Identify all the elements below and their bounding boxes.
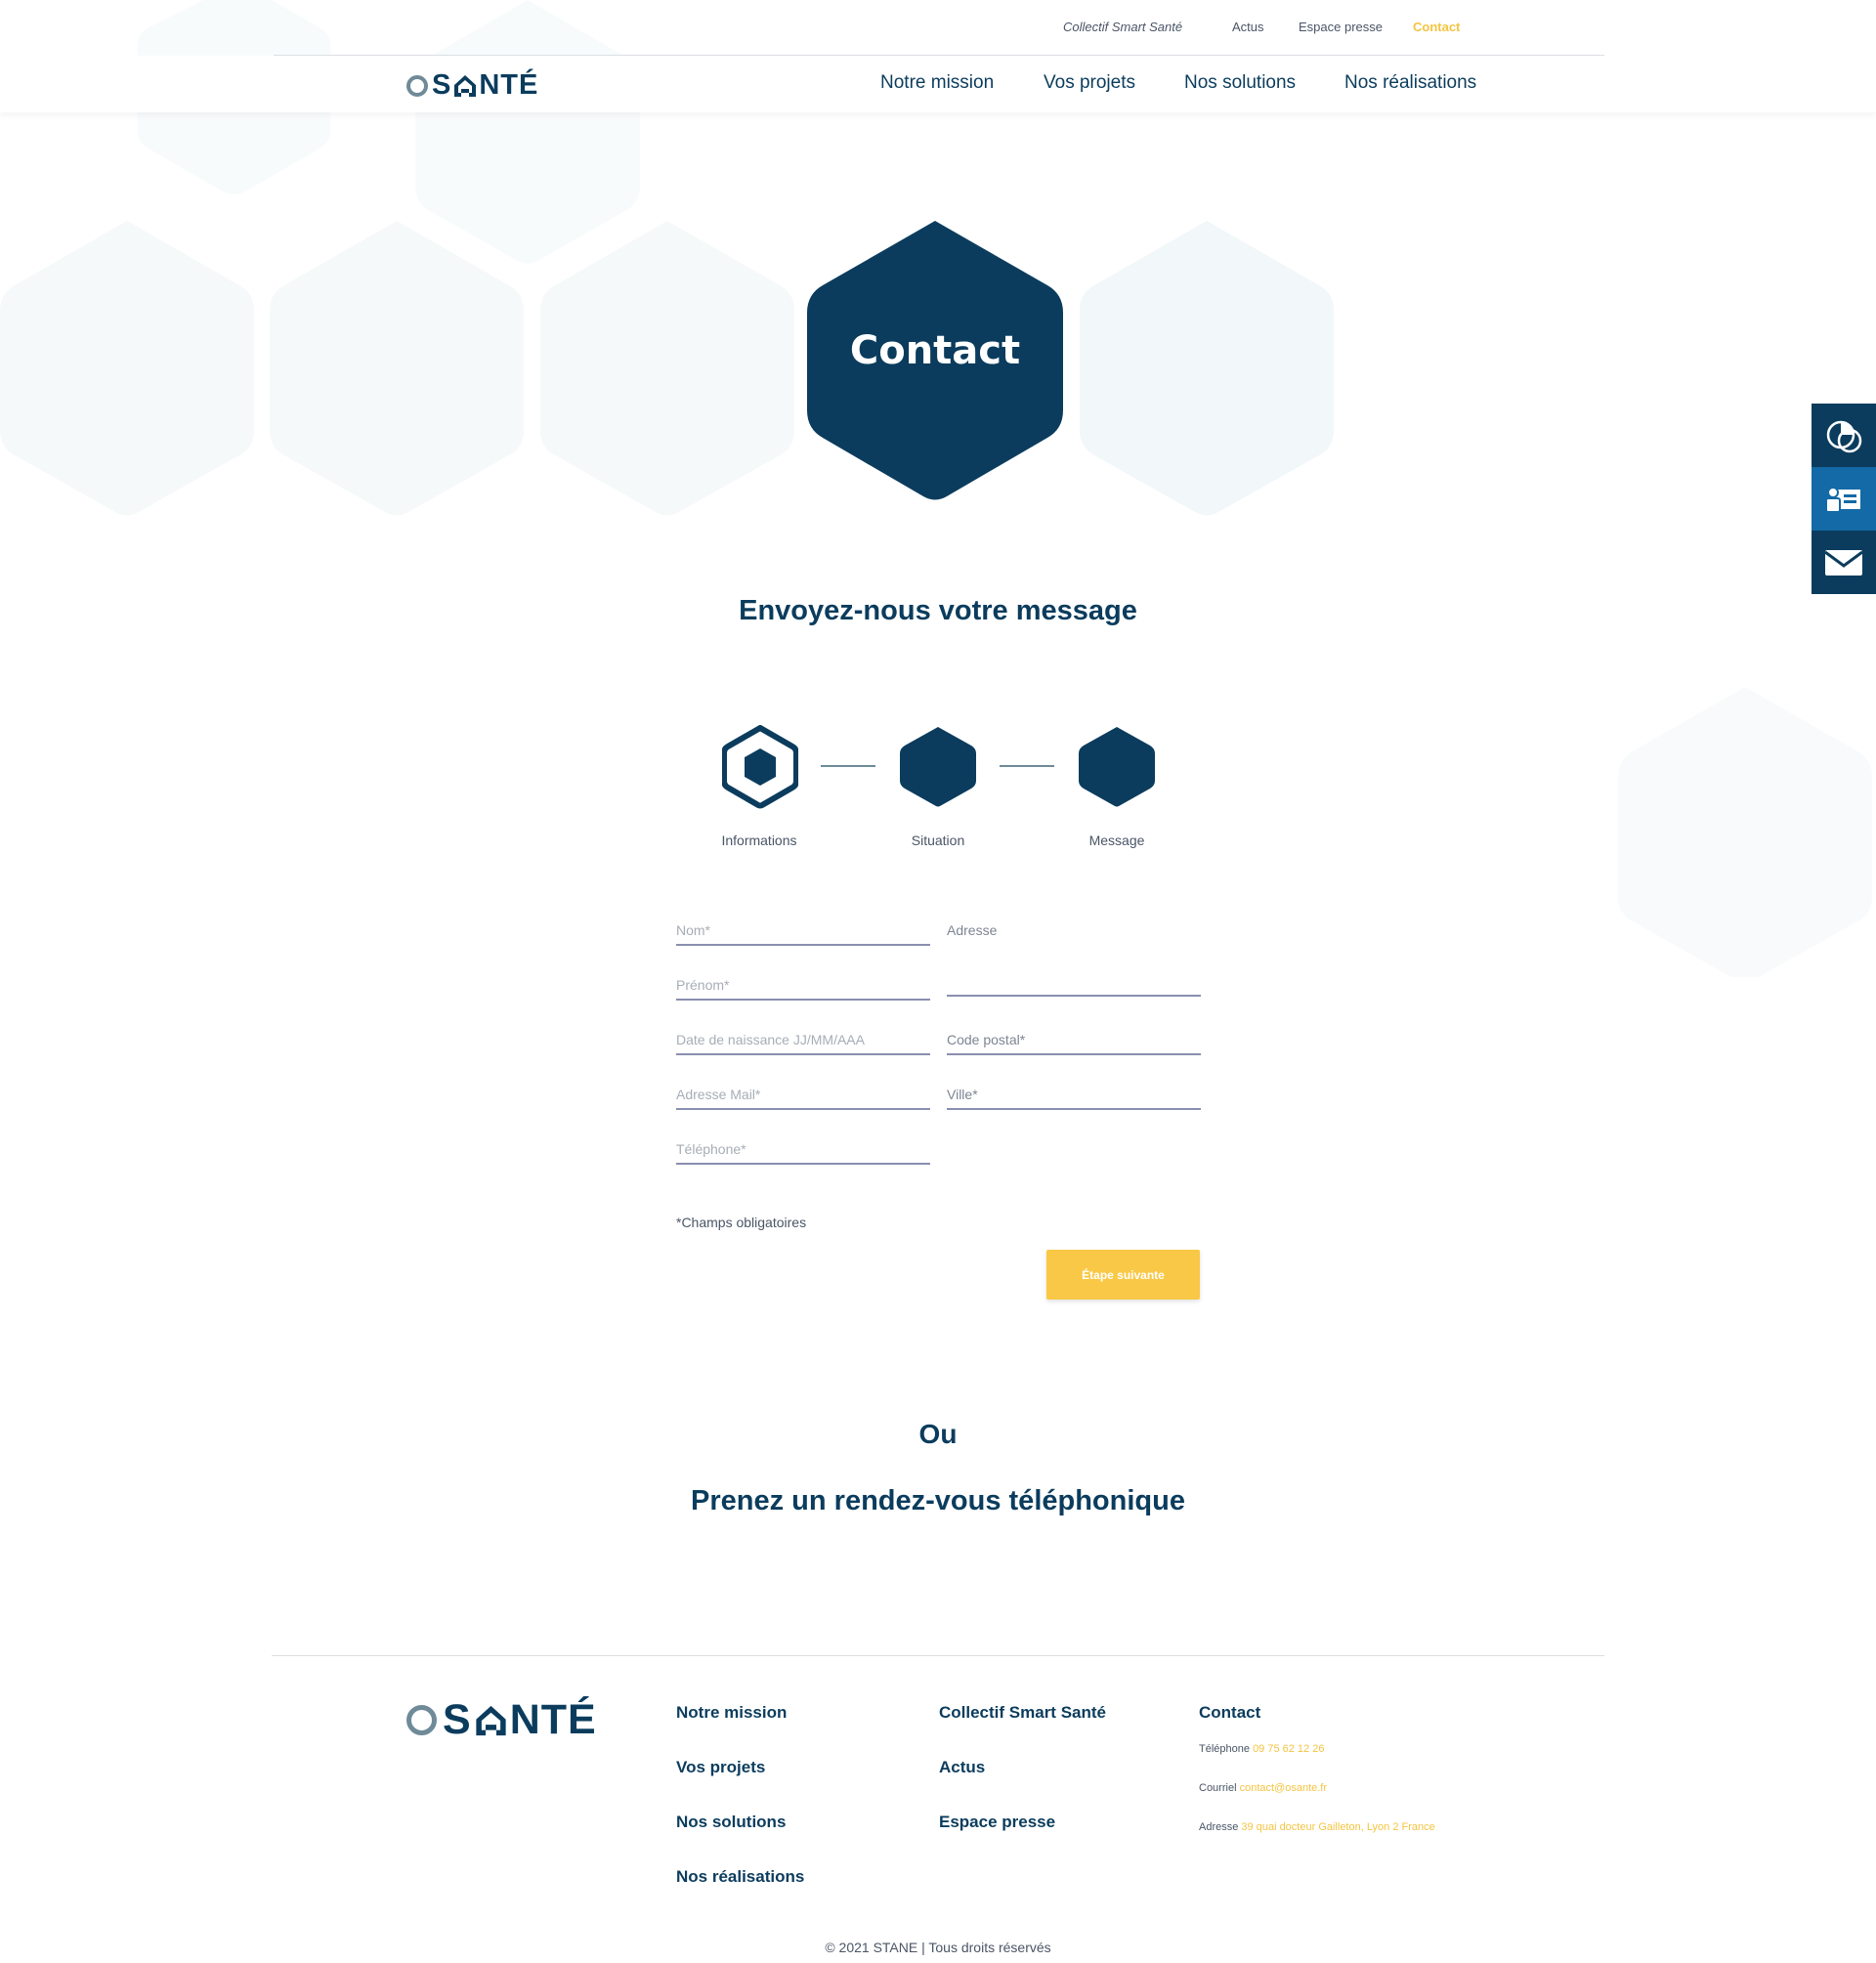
form-section-title: Envoyez-nous votre message xyxy=(739,595,1137,626)
address-input[interactable] xyxy=(947,917,1201,993)
footer-divider xyxy=(272,1655,1604,1656)
next-step-button[interactable]: Étape suivante xyxy=(1046,1250,1200,1300)
bg-hexagon xyxy=(0,221,254,516)
top-link-actus[interactable]: Actus xyxy=(1232,20,1264,34)
chart-circle-icon xyxy=(1826,420,1862,452)
step-hexagon[interactable] xyxy=(1079,725,1155,809)
step-hexagon[interactable] xyxy=(900,725,976,809)
footer-link-presse[interactable]: Espace presse xyxy=(939,1813,1055,1832)
top-link-contact[interactable]: Contact xyxy=(1413,20,1460,34)
nom-field xyxy=(676,917,930,946)
birthdate-input[interactable] xyxy=(676,1026,930,1047)
step-connector xyxy=(821,765,875,767)
birthdate-field xyxy=(676,1026,930,1055)
copyright: © 2021 STANE | Tous droits réservés xyxy=(825,1940,1051,1955)
telephone-input[interactable] xyxy=(676,1135,930,1157)
or-separator: Ou xyxy=(918,1419,958,1449)
footer-address-label: Adresse xyxy=(1199,1821,1239,1833)
site-logo[interactable]: S NTÉ xyxy=(406,69,538,102)
mail-icon xyxy=(1824,549,1863,576)
top-link-presse[interactable]: Espace presse xyxy=(1299,20,1383,34)
step-label-message: Message xyxy=(1088,832,1145,848)
footer-logo[interactable]: S NTÉ xyxy=(406,1696,597,1744)
house-icon xyxy=(454,74,477,97)
footer-link-actus[interactable]: Actus xyxy=(939,1758,985,1777)
nav-vos-projets[interactable]: Vos projets xyxy=(1044,72,1135,94)
nav-nos-solutions[interactable]: Nos solutions xyxy=(1184,72,1296,94)
bg-hexagon xyxy=(1080,221,1334,516)
step-connector xyxy=(1000,765,1054,767)
footer-link-mission[interactable]: Notre mission xyxy=(676,1703,787,1723)
bg-hexagon xyxy=(540,221,794,516)
postal-code-input[interactable] xyxy=(947,1026,1201,1047)
side-button-simulator[interactable] xyxy=(1812,404,1876,467)
step-label-situation: Situation xyxy=(911,832,965,848)
logo-o-ring xyxy=(406,1705,437,1735)
prenom-field xyxy=(676,971,930,1001)
main-navigation: S NTÉ Notre mission Vos projets Nos solu… xyxy=(0,56,1876,112)
footer-link-collectif[interactable]: Collectif Smart Santé xyxy=(939,1703,1106,1723)
logo-nte: NTÉ xyxy=(509,1696,597,1743)
logo-o-ring xyxy=(406,74,428,97)
phone-appointment-title: Prenez un rendez-vous téléphonique xyxy=(691,1485,1185,1516)
top-utility-bar: Collectif Smart Santé Actus Espace press… xyxy=(0,0,1876,55)
footer-mail-link[interactable]: contact@osante.fr xyxy=(1240,1782,1327,1794)
footer-contact-title: Contact xyxy=(1199,1703,1261,1722)
step-label-informations: Informations xyxy=(721,832,797,848)
footer-link-projets[interactable]: Vos projets xyxy=(676,1758,765,1777)
bg-hexagon xyxy=(1618,687,1872,977)
city-input[interactable] xyxy=(947,1081,1201,1102)
nav-nos-realisations[interactable]: Nos réalisations xyxy=(1344,72,1476,94)
email-input[interactable] xyxy=(676,1081,930,1102)
logo-nte: NTÉ xyxy=(479,69,539,101)
footer-address: Adresse 39 quai docteur Gailleton, Lyon … xyxy=(1199,1821,1435,1833)
postal-code-field xyxy=(947,1026,1201,1055)
id-card-icon xyxy=(1825,486,1860,513)
footer-link-solutions[interactable]: Nos solutions xyxy=(676,1813,786,1832)
footer-address-link[interactable]: 39 quai docteur Gailleton, Lyon 2 France xyxy=(1241,1821,1434,1833)
footer-phone: Téléphone 09 75 62 12 26 xyxy=(1199,1743,1324,1755)
side-quick-actions xyxy=(1812,404,1876,594)
step-hexagon-active[interactable] xyxy=(722,725,798,809)
page-title: Contact xyxy=(849,328,1021,373)
side-button-mail[interactable] xyxy=(1812,531,1876,594)
footer-mail: Courriel contact@osante.fr xyxy=(1199,1782,1327,1794)
bg-hexagon xyxy=(270,221,524,516)
footer-link-realisations[interactable]: Nos réalisations xyxy=(676,1867,804,1887)
house-icon xyxy=(476,1705,506,1735)
city-field xyxy=(947,1081,1201,1110)
required-fields-note: *Champs obligatoires xyxy=(676,1215,807,1230)
logo-s: S xyxy=(432,69,452,101)
footer-mail-label: Courriel xyxy=(1199,1782,1237,1794)
footer-phone-link[interactable]: 09 75 62 12 26 xyxy=(1253,1743,1324,1755)
logo-s: S xyxy=(443,1696,472,1743)
footer-phone-label: Téléphone xyxy=(1199,1743,1250,1755)
email-field xyxy=(676,1081,930,1110)
address-field xyxy=(947,917,1201,997)
prenom-input[interactable] xyxy=(676,971,930,993)
nom-input[interactable] xyxy=(676,917,930,938)
nav-notre-mission[interactable]: Notre mission xyxy=(880,72,994,94)
top-link-collectif[interactable]: Collectif Smart Santé xyxy=(1063,20,1182,34)
side-button-contact-card[interactable] xyxy=(1812,467,1876,531)
telephone-field xyxy=(676,1135,930,1165)
